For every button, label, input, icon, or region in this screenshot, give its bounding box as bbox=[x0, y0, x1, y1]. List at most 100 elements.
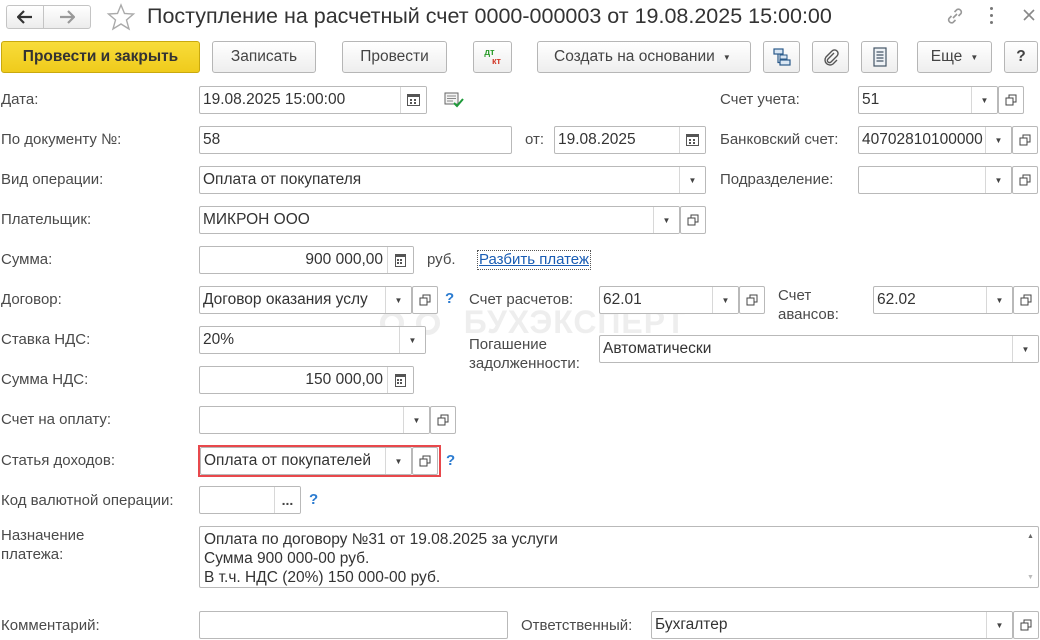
income-item-help-icon[interactable]: ? bbox=[446, 452, 455, 469]
date-field[interactable]: 19.08.2025 15:00:00 bbox=[199, 86, 427, 114]
income-item-select[interactable]: Оплата от покупателей ▼ bbox=[200, 447, 412, 475]
save-label: Записать bbox=[230, 48, 298, 65]
help-button[interactable]: ? bbox=[1004, 41, 1038, 73]
dt-kt-icon: дт кт bbox=[484, 48, 501, 66]
calculator-icon bbox=[395, 373, 406, 387]
division-select[interactable]: ▼ bbox=[858, 166, 1012, 194]
contract-help-icon[interactable]: ? bbox=[445, 290, 454, 307]
account-dropdown-button[interactable]: ▼ bbox=[971, 87, 997, 113]
back-button[interactable] bbox=[6, 5, 44, 29]
currency-op-label: Код валютной операции: bbox=[1, 492, 174, 509]
sum-calculator-button[interactable] bbox=[387, 247, 413, 273]
calendar-icon bbox=[407, 94, 420, 106]
post-button[interactable]: Провести bbox=[342, 41, 447, 73]
vat-sum-input[interactable]: 150 000,00 bbox=[199, 366, 414, 394]
invoice-select[interactable]: ▼ bbox=[199, 406, 430, 434]
close-icon[interactable] bbox=[1022, 8, 1036, 22]
responsible-value: Бухгалтер bbox=[655, 616, 728, 633]
advance-account-select[interactable]: 62.02 ▼ bbox=[873, 286, 1013, 314]
attach-file-button[interactable] bbox=[812, 41, 849, 73]
settlement-account-label: Счет расчетов: bbox=[469, 291, 574, 308]
responsible-open-button[interactable] bbox=[1013, 611, 1039, 639]
responsible-dropdown-button[interactable]: ▼ bbox=[986, 612, 1012, 638]
post-and-close-button[interactable]: Провести и закрыть bbox=[1, 41, 200, 73]
operation-type-dropdown-button[interactable]: ▼ bbox=[679, 167, 705, 193]
structure-button[interactable] bbox=[763, 41, 800, 73]
invoice-dropdown-button[interactable]: ▼ bbox=[403, 407, 429, 433]
payer-select[interactable]: МИКРОН ООО ▼ bbox=[199, 206, 680, 234]
vat-rate-dropdown-button[interactable]: ▼ bbox=[399, 327, 425, 353]
currency-op-input[interactable]: ... bbox=[199, 486, 301, 514]
scrollbar[interactable]: ▲ ▼ bbox=[1024, 527, 1038, 587]
income-item-value: Оплата от покупателей bbox=[204, 452, 372, 469]
from-date-calendar-button[interactable] bbox=[679, 127, 705, 153]
bank-account-open-button[interactable] bbox=[1012, 126, 1038, 154]
income-item-dropdown-button[interactable]: ▼ bbox=[385, 448, 411, 474]
currency-op-help-icon[interactable]: ? bbox=[309, 491, 318, 508]
report-button[interactable] bbox=[861, 41, 898, 73]
doc-number-input[interactable]: 58 bbox=[199, 126, 512, 154]
advance-account-open-button[interactable] bbox=[1013, 286, 1039, 314]
save-button[interactable]: Записать bbox=[212, 41, 316, 73]
currency-op-select-button[interactable]: ... bbox=[274, 487, 300, 513]
division-dropdown-button[interactable]: ▼ bbox=[985, 167, 1011, 193]
account-label: Счет учета: bbox=[720, 91, 800, 108]
check-document-icon[interactable] bbox=[444, 91, 464, 109]
debt-repayment-label: Погашение задолженности: bbox=[469, 336, 580, 372]
invoice-open-button[interactable] bbox=[430, 406, 456, 434]
contract-select[interactable]: Договор оказания услу ▼ bbox=[199, 286, 412, 314]
account-open-button[interactable] bbox=[998, 86, 1024, 114]
settlement-account-select[interactable]: 62.01 ▼ bbox=[599, 286, 739, 314]
chevron-down-icon: ▼ bbox=[1021, 344, 1030, 354]
more-button[interactable]: Еще ▼ bbox=[917, 41, 992, 73]
scroll-up-icon[interactable]: ▲ bbox=[1027, 533, 1034, 540]
income-item-open-button[interactable] bbox=[412, 447, 438, 475]
chevron-down-icon: ▼ bbox=[722, 52, 731, 62]
operation-type-select[interactable]: Оплата от покупателя ▼ bbox=[199, 166, 706, 194]
open-window-icon bbox=[687, 214, 699, 226]
contract-open-button[interactable] bbox=[412, 286, 438, 314]
scroll-down-icon[interactable]: ▼ bbox=[1027, 574, 1034, 581]
account-select[interactable]: 51 ▼ bbox=[858, 86, 998, 114]
more-vertical-icon[interactable] bbox=[988, 6, 994, 26]
chevron-down-icon: ▼ bbox=[412, 415, 421, 425]
currency-label: руб. bbox=[427, 251, 456, 268]
advance-account-dropdown-button[interactable]: ▼ bbox=[986, 287, 1012, 313]
debt-repayment-dropdown-button[interactable]: ▼ bbox=[1012, 336, 1038, 362]
date-calendar-button[interactable] bbox=[400, 87, 426, 113]
settlement-account-dropdown-button[interactable]: ▼ bbox=[712, 287, 738, 313]
account-value: 51 bbox=[862, 91, 880, 108]
split-payment-link[interactable]: Разбить платеж bbox=[477, 250, 592, 270]
debt-repayment-select[interactable]: Автоматически ▼ bbox=[599, 335, 1039, 363]
payer-label: Плательщик: bbox=[1, 211, 92, 228]
contract-value: Договор оказания услу bbox=[203, 291, 368, 308]
advance-account-value: 62.02 bbox=[877, 291, 916, 308]
doc-number-value: 58 bbox=[203, 131, 221, 148]
comment-input[interactable] bbox=[199, 611, 508, 639]
vat-sum-calculator-button[interactable] bbox=[387, 367, 413, 393]
star-favorite-icon[interactable] bbox=[106, 3, 136, 31]
vat-rate-select[interactable]: 20% ▼ bbox=[199, 326, 426, 354]
payment-purpose-line: В т.ч. НДС (20%) 150 000-00 руб. bbox=[204, 569, 441, 586]
bank-account-select[interactable]: 40702810100000 ▼ bbox=[858, 126, 1012, 154]
payment-purpose-textarea[interactable]: Оплата по договору №31 от 19.08.2025 за … bbox=[199, 526, 1039, 588]
payer-dropdown-button[interactable]: ▼ bbox=[653, 207, 679, 233]
advance-account-label: Счет авансов: bbox=[778, 287, 839, 323]
calendar-icon bbox=[686, 134, 699, 146]
bank-account-dropdown-button[interactable]: ▼ bbox=[985, 127, 1011, 153]
payer-open-button[interactable] bbox=[680, 206, 706, 234]
sum-value: 900 000,00 bbox=[305, 251, 383, 268]
create-based-on-button[interactable]: Создать на основании ▼ bbox=[537, 41, 751, 73]
sum-input[interactable]: 900 000,00 bbox=[199, 246, 414, 274]
responsible-select[interactable]: Бухгалтер ▼ bbox=[651, 611, 1013, 639]
window-title: Поступление на расчетный счет 0000-00000… bbox=[147, 4, 832, 28]
link-icon[interactable] bbox=[944, 5, 966, 27]
from-date-field[interactable]: 19.08.2025 bbox=[554, 126, 706, 154]
dt-kt-button[interactable]: дт кт bbox=[473, 41, 512, 73]
settlement-account-open-button[interactable] bbox=[739, 286, 765, 314]
division-open-button[interactable] bbox=[1012, 166, 1038, 194]
forward-button[interactable] bbox=[43, 5, 91, 29]
vat-sum-label: Сумма НДС: bbox=[1, 371, 89, 388]
chevron-down-icon: ▼ bbox=[970, 52, 979, 62]
contract-dropdown-button[interactable]: ▼ bbox=[385, 287, 411, 313]
